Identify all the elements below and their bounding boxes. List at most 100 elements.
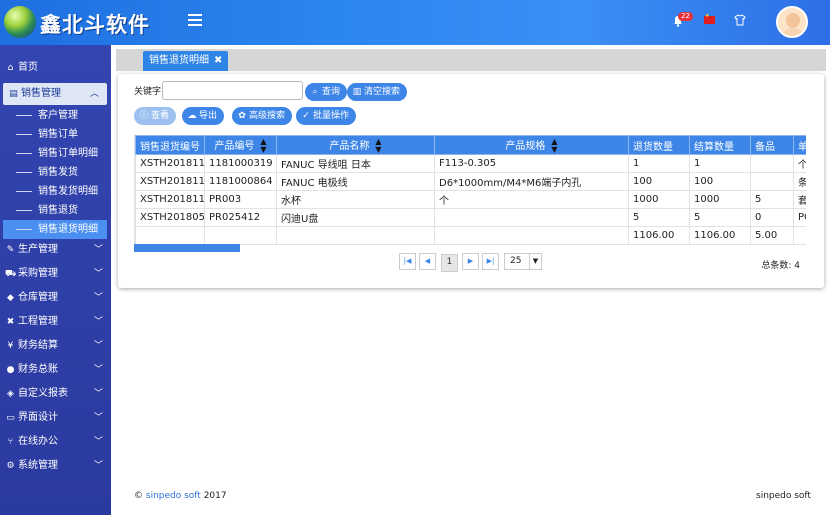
table-cell: 5 [628,208,690,227]
sidebar: ⌂ 首页 ▤ 销售管理 ︿ 客户管理 销售订单 销售订单明细 销售发货 销售发货… [0,45,111,515]
cube-icon: ◆ [7,293,14,303]
table-cell: PR025412 [204,208,277,227]
sidebar-item-online-office[interactable]: ⑂ 在线办公 ﹀ [0,431,111,453]
sidebar-item-system[interactable]: ⚙ 系统管理 ﹀ [0,455,111,477]
prev-page-button[interactable]: ◀ [419,253,436,270]
sidebar-item-label: 在线办公 [18,436,58,447]
sidebar-item-ui-design[interactable]: ▭ 界面设计 ﹀ [0,407,111,429]
table-cell: D6*1000mm/M4*M6端子内孔 [434,172,629,191]
dropdown-arrow-icon: ▼ [529,254,541,269]
sidebar-item-label: 财务结算 [18,340,58,351]
table-cell: FANUC 电极线 [276,172,435,191]
sidebar-subitem-current[interactable]: 销售退货明细 [3,220,107,239]
sort-icon: ▲ ▼ [260,136,267,154]
table-cell: 套 [793,190,806,209]
column-header[interactable]: 结算数量 [689,135,751,155]
table-row[interactable]: XSTH2018110 1181000864 FANUC 电极线 D6*1000mm/… [135,172,806,191]
table-cell: 个 [793,154,806,173]
sidebar-item-label: 仓库管理 [18,292,58,303]
sidebar-item-finance-settlement[interactable]: ¥ 财务结算 ﹀ [0,335,111,357]
footer-brand-link[interactable]: sinpedo soft [146,491,201,501]
table-cell: 水杯 [276,190,435,209]
table-cell: 1000 [628,190,690,209]
theme-shirt-icon[interactable] [734,14,746,26]
table-cell: 100 [628,172,690,191]
tab-sales-return-detail[interactable]: 销售退货明细 ✖ [143,51,229,71]
chevron-down-icon: ﹀ [93,365,103,375]
sidebar-item-production[interactable]: ✎ 生产管理 ﹀ [0,239,111,261]
next-page-button[interactable]: ▶ [462,253,479,270]
sidebar-item-general-ledger[interactable]: ● 财务总账 ﹀ [0,359,111,381]
sidebar-subitem[interactable]: 销售订单明细 [0,144,111,163]
table-row[interactable]: XSTH2018050PR025412闪迪U盘550PC [135,208,806,227]
table-cell [793,226,806,245]
column-header[interactable]: 备品 [750,135,794,155]
table-cell: 1 [689,154,751,173]
column-header[interactable]: 销售退货编号 [135,135,205,155]
table-row[interactable]: XSTH2018110PR003水杯个100010005套 [135,190,806,209]
sidebar-subitem[interactable]: 销售退货 [0,201,111,220]
sidebar-item-purchase[interactable]: ⛟ 采购管理 ﹀ [0,263,111,285]
sort-icon: ▲ ▼ [551,136,558,154]
sidebar-item-label: 销售管理 [21,88,61,99]
language-flag-icon[interactable] [704,13,715,24]
table-cell: XSTH2018050 [135,208,205,227]
sidebar-item-warehouse[interactable]: ◆ 仓库管理 ﹀ [0,287,111,309]
chevron-down-icon: ﹀ [93,461,103,471]
paw-icon: ✿ [238,111,246,121]
search-icon: ⌕ [312,87,318,97]
last-page-button[interactable]: ▶| [482,253,499,270]
column-header[interactable]: 产品名称 ▲ ▼ [276,135,435,155]
table-cell: 5 [750,190,794,209]
sidebar-item-sales[interactable]: ▤ 销售管理 ︿ [3,83,107,105]
table-cell: 5 [689,208,751,227]
sidebar-subitem[interactable]: 客户管理 [0,106,111,125]
advanced-search-button[interactable]: ✿ 高级搜索 [232,107,293,125]
sidebar-item-home[interactable]: ⌂ 首页 [0,57,111,79]
sidebar-item-label: 自定义报表 [18,388,68,399]
keyword-input[interactable] [162,81,303,100]
tab-bar: 销售退货明细 ✖ [116,49,826,71]
table-cell [750,154,794,173]
table-cell [434,226,629,245]
sidebar-item-custom-report[interactable]: ◈ 自定义报表 ﹀ [0,383,111,405]
chevron-down-icon: ﹀ [93,341,103,351]
query-button[interactable]: ⌕ 查询 [305,83,348,101]
chevron-down-icon: ﹀ [93,437,103,447]
sidebar-item-engineering[interactable]: ✖ 工程管理 ﹀ [0,311,111,333]
table-cell: 1106.00 [628,226,690,245]
sidebar-subitem[interactable]: 销售发货 [0,163,111,182]
menu-toggle-icon[interactable] [188,14,202,26]
close-icon[interactable]: ✖ [214,55,222,66]
clear-search-button[interactable]: ▥ 清空搜索 [347,83,408,101]
cart-icon: ⛟ [5,269,17,279]
table-cell: 个 [434,190,629,209]
user-avatar[interactable] [776,6,808,38]
table-row[interactable]: XSTH2018110 1181000319 FANUC 导线咀 日本 F113-0.… [135,154,806,173]
table-cell: 条 [793,172,806,191]
table-cell: 1 [628,154,690,173]
view-button[interactable]: ⓘ 查看 [134,107,177,125]
table-cell: F113-0.305 [434,154,629,173]
tools-icon: ✖ [6,317,15,327]
first-page-button[interactable]: |◀ [399,253,416,270]
coins-icon: ● [6,365,15,375]
current-page[interactable]: 1 [441,254,458,272]
sidebar-subitem[interactable]: 销售订单 [0,125,111,144]
yen-icon: ¥ [7,341,14,351]
grid-header-row: 销售退货编号 产品编号 ▲ ▼ 产品名称 ▲ ▼ 产品规格 ▲ ▼ 退货数量 结算数量 备品… [135,135,806,155]
export-button[interactable]: ☁ 导出 [182,107,225,125]
totals-row[interactable]: 1106.00 1106.00 5.00 [135,226,806,245]
horizontal-scrollbar[interactable] [134,244,240,252]
column-header[interactable]: 产品编号 ▲ ▼ [204,135,277,155]
batch-operation-button[interactable]: ✓ 批量操作 [296,107,357,125]
sidebar-subitem[interactable]: 销售发货明细 [0,182,111,201]
column-header[interactable]: 产品规格 ▲ ▼ [434,135,629,155]
chevron-down-icon: ﹀ [93,245,103,255]
page-size-select[interactable]: 25 ▼ [504,253,542,270]
sort-icon: ▲ ▼ [375,136,382,154]
gear-icon: ⚙ [6,461,15,471]
column-header[interactable]: 单 [793,135,806,155]
column-header[interactable]: 退货数量 [628,135,690,155]
table-cell: 1181000319 [204,154,277,173]
